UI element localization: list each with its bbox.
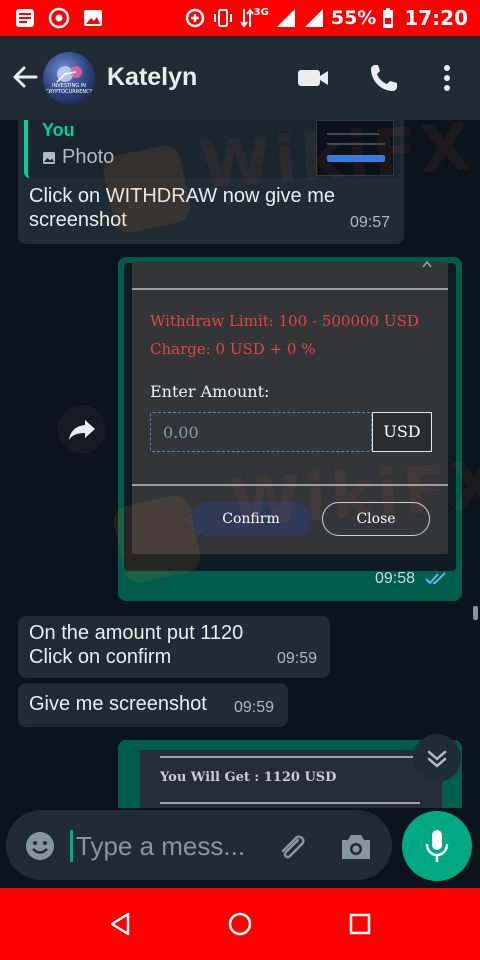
divider-2: [160, 802, 420, 804]
vibrate-icon: [213, 9, 232, 27]
photo-icon: [43, 151, 55, 164]
message-text: Give me screenshot: [29, 693, 207, 715]
back-arrow-icon[interactable]: [10, 62, 40, 92]
contact-name[interactable]: Katelyn: [107, 63, 197, 92]
message-notification-icon: [16, 9, 34, 27]
message-time: 09:59: [277, 650, 318, 667]
quoted-reply[interactable]: You Photo: [24, 120, 400, 178]
signal-icon: [276, 9, 295, 27]
nav-home-icon[interactable]: [226, 910, 254, 938]
status-bar: 3G 55% 17:20: [0, 0, 480, 36]
battery-percent: 55%: [330, 7, 377, 29]
close-button: Close: [322, 502, 430, 536]
data-saver-icon: [185, 8, 204, 28]
attach-icon[interactable]: [274, 830, 310, 866]
message-input[interactable]: [76, 826, 276, 866]
clock: 17:20: [404, 6, 468, 30]
enter-amount-label: Enter Amount:: [150, 382, 270, 401]
battery-icon: [383, 8, 394, 28]
confirm-button: Confirm: [190, 502, 312, 536]
you-will-get-text: You Will Get : 1120 USD: [160, 770, 337, 785]
forward-button[interactable]: [58, 405, 106, 453]
network-type: 3G: [253, 6, 269, 18]
voice-record-button[interactable]: [402, 811, 472, 881]
more-options-icon[interactable]: [430, 62, 464, 94]
image-message-time: 09:58: [375, 570, 416, 587]
message-input-pill[interactable]: [6, 810, 392, 880]
nav-recents-icon[interactable]: [346, 910, 374, 938]
charge-text: Charge: 0 USD + 0 %: [150, 340, 316, 358]
text-cursor: [70, 830, 73, 862]
signal-icon-2: [304, 9, 323, 27]
scrollbar[interactable]: [473, 606, 478, 620]
camera-icon[interactable]: [338, 831, 374, 863]
quoted-author: You: [42, 120, 75, 140]
incoming-message-3[interactable]: Give me screenshot 09:59: [18, 683, 288, 727]
withdraw-screenshot[interactable]: Withdraw Limit: 100 - 500000 USD Charge:…: [132, 260, 448, 554]
withdraw-limit-text: Withdraw Limit: 100 - 500000 USD: [150, 312, 419, 330]
data-transfer-icon: [239, 8, 254, 28]
double-chevron-down-icon: [427, 750, 447, 768]
chevron-up-icon: [422, 260, 432, 268]
message-text: Click on WITHDRAW now give me screenshot: [29, 185, 335, 231]
read-double-check-icon: [425, 572, 446, 585]
gallery-icon: [84, 10, 102, 26]
avatar-caption: INVESTING IN CRYPTOCURRENCY: [45, 83, 93, 95]
forward-icon: [69, 420, 95, 440]
nav-back-icon[interactable]: [106, 910, 134, 938]
voice-call-icon[interactable]: [367, 62, 401, 94]
chrome-icon: [48, 7, 70, 29]
divider: [132, 288, 448, 290]
quoted-type-label: Photo: [62, 146, 115, 168]
divider: [160, 756, 420, 758]
amount-field: 0.00: [150, 412, 372, 452]
message-line-2: Click on confirm: [29, 646, 172, 668]
incoming-message-2[interactable]: On the amount put 1120 Click on confirm …: [18, 616, 330, 678]
quoted-thumbnail: [316, 120, 394, 176]
message-line-1: On the amount put 1120: [29, 622, 244, 644]
system-nav-bar: [0, 888, 480, 960]
quoted-type: Photo: [42, 146, 114, 169]
chat-area[interactable]: You Photo Click on WITHDRAW now give me …: [0, 120, 480, 808]
crypto-logo-icon: [56, 66, 82, 83]
contact-avatar[interactable]: INVESTING IN CRYPTOCURRENCY: [43, 52, 95, 104]
message-time: 09:59: [234, 699, 275, 716]
currency-label: USD: [372, 412, 432, 452]
microphone-icon: [425, 830, 449, 862]
you-will-get-screenshot[interactable]: You Will Get : 1120 USD: [140, 750, 442, 808]
composer: [0, 808, 480, 888]
message-time: 09:57: [350, 214, 391, 231]
scroll-to-bottom-button[interactable]: [413, 734, 461, 782]
emoji-icon[interactable]: [24, 830, 56, 862]
chat-header: INVESTING IN CRYPTOCURRENCY Katelyn: [0, 36, 480, 120]
divider-2: [132, 484, 448, 486]
video-call-icon[interactable]: [296, 62, 330, 94]
incoming-message-1[interactable]: You Photo Click on WITHDRAW now give me …: [18, 120, 404, 244]
